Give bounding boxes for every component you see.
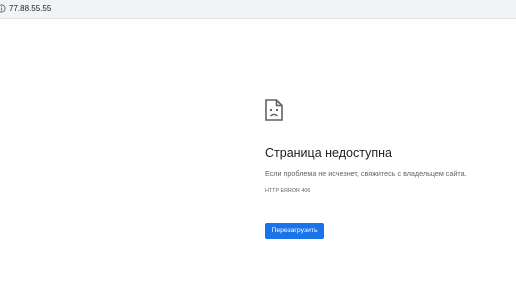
info-icon[interactable]	[0, 4, 6, 13]
url-text[interactable]: 77.88.55.55	[9, 3, 51, 14]
error-title: Страница недоступна	[265, 146, 392, 160]
sad-page-icon	[265, 99, 283, 121]
address-bar[interactable]: 77.88.55.55	[0, 0, 516, 19]
error-code: HTTP ERROR 406	[265, 188, 311, 194]
reload-button[interactable]: Перезагрузить	[265, 223, 324, 239]
error-message: Если проблема не исчезнет, свяжитесь с в…	[265, 169, 467, 178]
